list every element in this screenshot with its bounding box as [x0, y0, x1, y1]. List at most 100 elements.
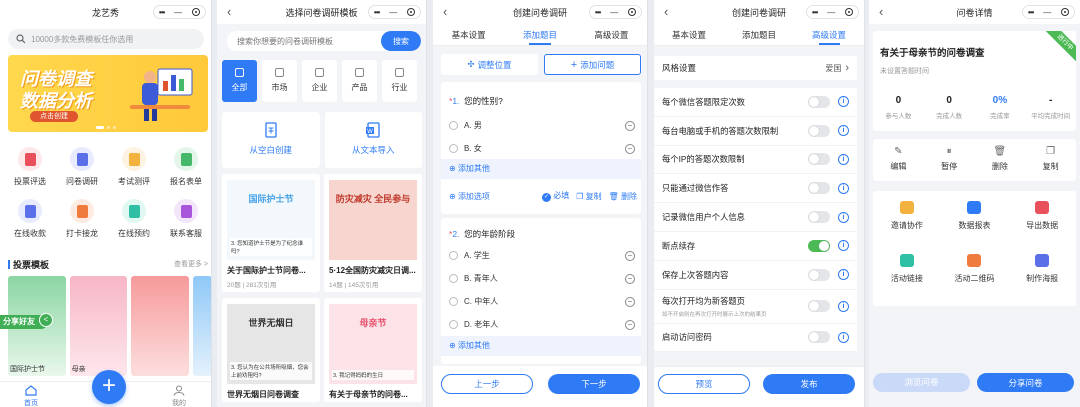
option-row[interactable]: D. 老年人 −	[449, 313, 635, 336]
tab-advanced[interactable]: 高级设置	[576, 24, 647, 45]
nav-mine[interactable]: 我的	[172, 385, 186, 407]
option-row[interactable]: C. 中年人 −	[449, 290, 635, 313]
remove-option-icon[interactable]: −	[625, 296, 635, 307]
setting-toggle[interactable]	[808, 211, 830, 224]
info-icon[interactable]: i	[838, 331, 849, 343]
create-blank-card[interactable]: 从空白创建	[222, 112, 320, 168]
required-toggle[interactable]: ✓ 必填	[541, 190, 569, 202]
home-search-box[interactable]: 10000多款免费模板任你选用	[8, 29, 204, 49]
feature-qrcode[interactable]: 活动二维码	[941, 253, 1009, 302]
create-plus-button[interactable]: +	[92, 370, 126, 404]
question-1-add-other[interactable]: ⊕ 添加其他	[441, 159, 641, 179]
more-dots-icon[interactable]: •••	[1028, 8, 1034, 17]
close-circle-icon[interactable]	[845, 8, 854, 16]
minimize-icon[interactable]: —	[174, 8, 182, 17]
remove-option-icon[interactable]: −	[625, 250, 635, 261]
adjust-position-button[interactable]: ✣ 调整位置	[441, 54, 538, 75]
feature-ticket[interactable]: 投票评选	[4, 147, 56, 187]
back-chevron-icon[interactable]: ‹	[443, 4, 447, 19]
prev-step-button[interactable]: 上一步	[441, 374, 533, 394]
option-row[interactable]: A. 学生 −	[449, 244, 635, 267]
remove-option-icon[interactable]: −	[625, 120, 635, 131]
category-chart[interactable]: 行业	[382, 60, 417, 102]
tab-advanced[interactable]: 高级设置	[794, 24, 864, 45]
back-chevron-icon[interactable]: ‹	[664, 4, 668, 19]
question-1-title[interactable]: *1. 您的性别?	[449, 95, 503, 107]
tab-basic[interactable]: 基本设置	[654, 24, 724, 45]
feature-poster[interactable]: 制作海报	[1008, 253, 1076, 302]
more-dots-icon[interactable]: •••	[159, 8, 165, 17]
info-icon[interactable]: i	[838, 211, 849, 223]
next-step-button[interactable]: 下一步	[548, 374, 640, 394]
close-circle-icon[interactable]	[1061, 8, 1070, 16]
template-card[interactable]: 世界无烟日 3. 您认为在公共场所吸烟，您会上前劝阻吗? 世界无烟日问卷调查	[222, 298, 320, 402]
copy-question-button[interactable]: ❐ 复制	[576, 191, 601, 202]
share-survey-button[interactable]: 分享问卷	[977, 373, 1074, 392]
remove-option-icon[interactable]: −	[625, 273, 635, 284]
minimize-icon[interactable]: —	[389, 8, 397, 17]
banner-create-button[interactable]: 点击创建	[30, 111, 78, 122]
info-icon[interactable]: i	[838, 125, 849, 137]
setting-toggle[interactable]	[808, 331, 830, 344]
feature-payment[interactable]: 在线收款	[4, 199, 56, 239]
info-icon[interactable]: i	[838, 269, 849, 281]
capsule-menu[interactable]: ••• —	[1022, 5, 1075, 19]
action-copy[interactable]: ❐ 复制	[1025, 139, 1076, 181]
template-search-input[interactable]	[227, 31, 381, 51]
capsule-menu[interactable]: ••• —	[153, 5, 206, 19]
info-icon[interactable]: i	[838, 300, 849, 312]
option-row[interactable]: A. 男 −	[449, 114, 635, 137]
back-chevron-icon[interactable]: ‹	[879, 4, 883, 19]
close-circle-icon[interactable]	[407, 8, 416, 16]
info-icon[interactable]: i	[838, 96, 849, 108]
vote-template-card[interactable]	[192, 276, 211, 376]
nav-home[interactable]: 首页	[24, 385, 38, 407]
action-trash[interactable]: 🗑 删除	[975, 139, 1026, 181]
close-circle-icon[interactable]	[628, 8, 637, 16]
tab-add-questions[interactable]: 添加题目	[504, 24, 575, 45]
share-circle-icon[interactable]: <	[39, 313, 53, 327]
info-icon[interactable]: i	[838, 153, 849, 165]
more-dots-icon[interactable]: •••	[812, 8, 818, 17]
remove-option-icon[interactable]: −	[625, 319, 635, 330]
more-dots-icon[interactable]: •••	[374, 8, 380, 17]
feature-exam[interactable]: 考试测评	[108, 147, 160, 187]
remove-option-icon[interactable]: −	[625, 143, 635, 154]
template-search-button[interactable]: 搜索	[381, 31, 421, 51]
feature-calendar[interactable]: 在线预约	[108, 199, 160, 239]
publish-button[interactable]: 发布	[763, 374, 855, 394]
capsule-menu[interactable]: ••• —	[806, 5, 859, 19]
tab-basic[interactable]: 基本设置	[433, 24, 504, 45]
style-setting-row[interactable]: 风格设置 爱国 ›	[654, 56, 857, 80]
feature-survey[interactable]: 问卷调研	[56, 147, 108, 187]
template-card[interactable]: 母亲节 3. 我记得妈妈的生日 有关于母亲节的问卷...	[324, 298, 422, 402]
capsule-menu[interactable]: ••• —	[368, 5, 421, 19]
setting-toggle[interactable]	[808, 124, 830, 137]
setting-toggle[interactable]	[808, 239, 830, 252]
feature-form[interactable]: 报名表单	[160, 147, 211, 187]
template-card[interactable]: 国际护士节 3. 您知道护士节是为了纪念谁吗? 关于国际护士节问卷... 20题 | …	[222, 174, 320, 292]
question-2-add-other[interactable]: ⊕ 添加其他	[441, 336, 641, 356]
question-2-title[interactable]: *2. 您的年龄阶段	[449, 228, 515, 240]
more-dots-icon[interactable]: •••	[595, 8, 601, 17]
setting-toggle[interactable]	[808, 153, 830, 166]
delete-question-button[interactable]: 🗑 删除	[609, 191, 637, 202]
template-card[interactable]: 防灾减灾 全民参与 5·12全国防灾减灾日调... 14题 | 145次引用	[324, 174, 422, 292]
info-icon[interactable]: i	[838, 182, 849, 194]
minimize-icon[interactable]: —	[610, 8, 618, 17]
minimize-icon[interactable]: —	[1043, 8, 1051, 17]
action-edit[interactable]: ✎ 编辑	[873, 139, 924, 181]
vote-template-card[interactable]: 母亲	[69, 276, 128, 376]
feature-service[interactable]: 联系客服	[160, 199, 211, 239]
vote-template-card[interactable]	[131, 276, 189, 376]
home-banner[interactable]: 问卷调查 数据分析 点击创建	[8, 55, 208, 132]
browse-survey-button[interactable]: 浏览问卷	[873, 373, 970, 392]
option-row[interactable]: B. 青年人 −	[449, 267, 635, 290]
add-question-button[interactable]: + 添加问题	[544, 54, 641, 75]
minimize-icon[interactable]: —	[827, 8, 835, 17]
add-option-button[interactable]: ⊕ 添加选项	[449, 191, 490, 202]
preview-button[interactable]: 预览	[658, 374, 750, 394]
category-box[interactable]: 产品	[342, 60, 377, 102]
category-people[interactable]: 企业	[302, 60, 337, 102]
close-circle-icon[interactable]	[192, 8, 201, 16]
